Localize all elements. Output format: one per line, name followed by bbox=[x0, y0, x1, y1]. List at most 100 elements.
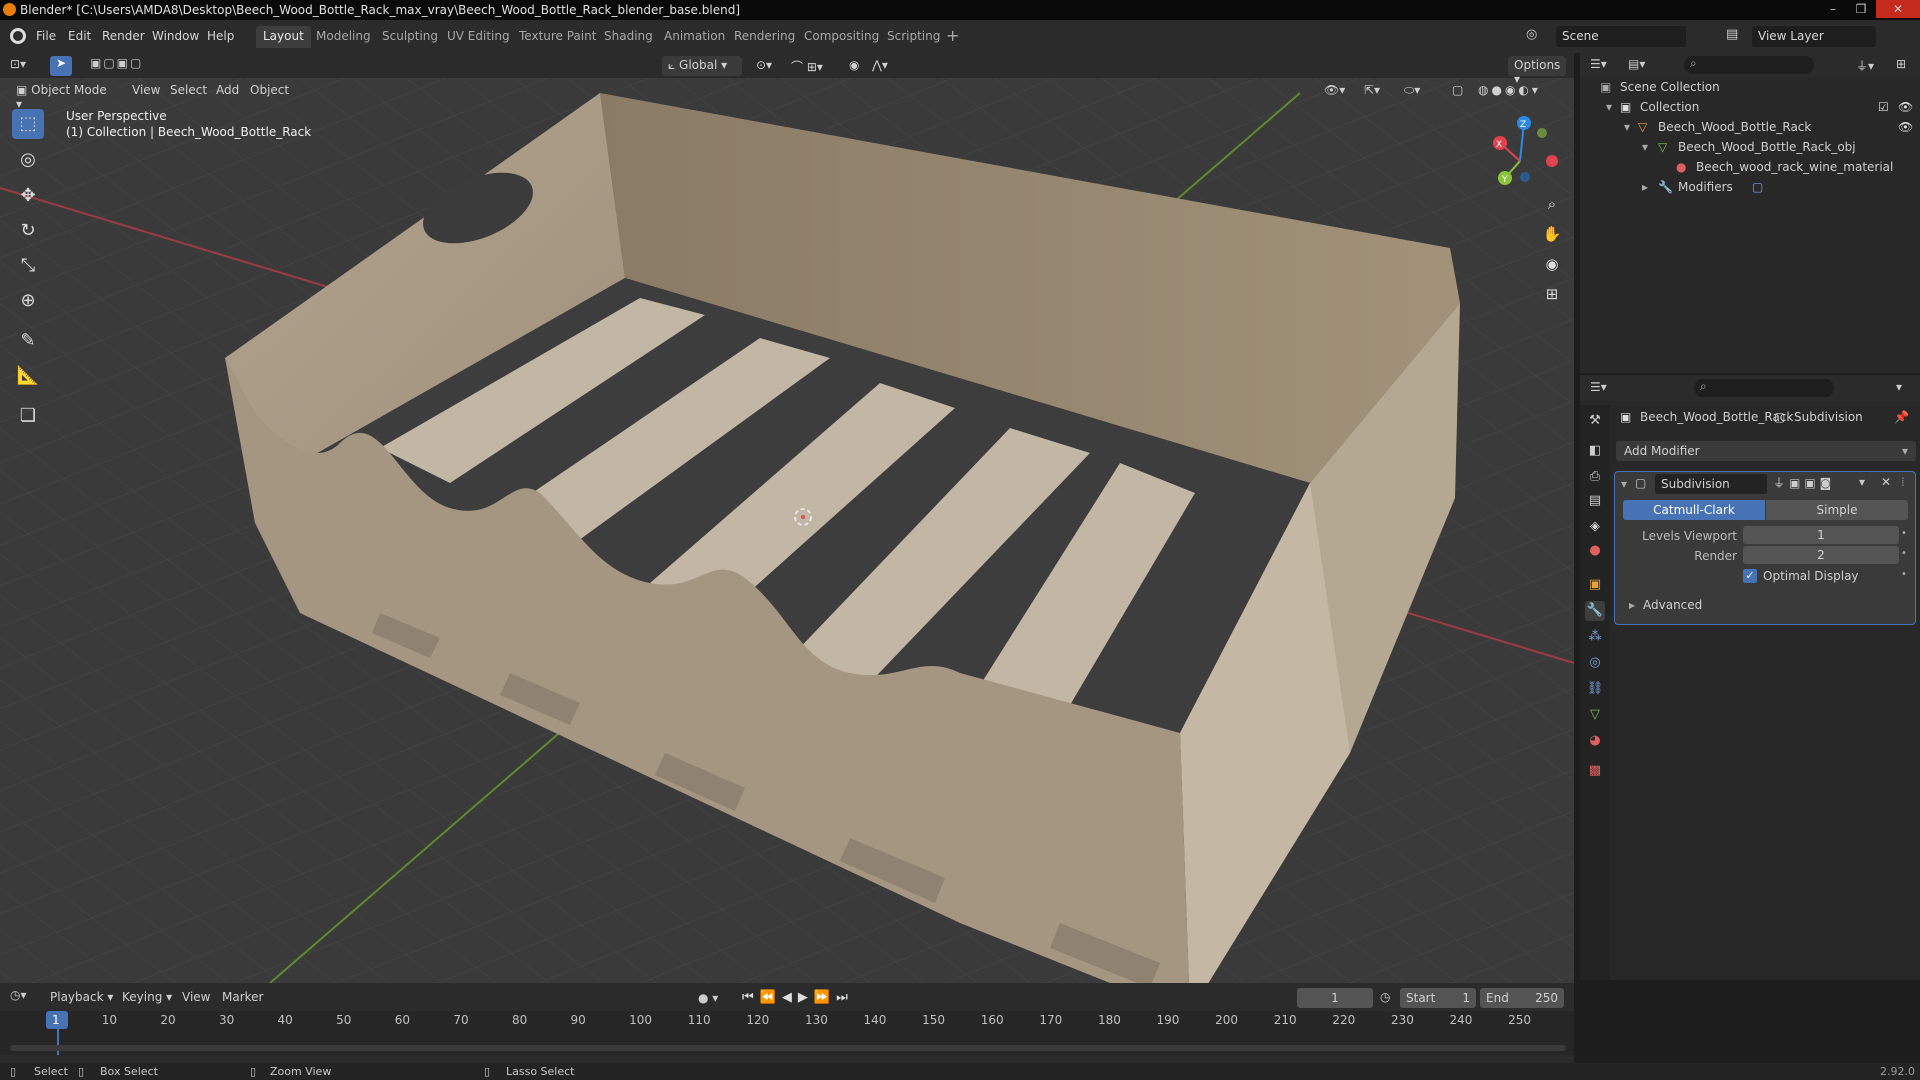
keyframe-dot-icon[interactable]: • bbox=[1901, 569, 1907, 580]
world-tab-icon[interactable]: ● bbox=[1585, 541, 1605, 561]
render-levels-field[interactable]: 2 bbox=[1743, 546, 1899, 564]
minimize-button[interactable]: – bbox=[1820, 0, 1846, 18]
shading-mode-icons[interactable]: ◍●◉◐▾ bbox=[1472, 81, 1562, 101]
tab-animation[interactable]: Animation bbox=[657, 26, 732, 48]
tab-layout[interactable]: Layout bbox=[256, 26, 311, 48]
menu-view[interactable]: View bbox=[126, 81, 166, 101]
maximize-button[interactable]: ❐ bbox=[1848, 0, 1874, 18]
object-mode-dropdown[interactable]: ▣ Object Mode ▾ bbox=[10, 81, 118, 111]
pan-hand-icon[interactable]: ✋ bbox=[1540, 225, 1564, 249]
outliner-row-material[interactable]: ● Beech_wood_rack_wine_material bbox=[1580, 157, 1920, 177]
timeline-editor-icon[interactable]: ◷▾ bbox=[10, 988, 27, 1002]
perspective-toggle-icon[interactable]: ⊞ bbox=[1540, 285, 1564, 309]
pin-icon[interactable]: 📌 bbox=[1894, 410, 1909, 424]
subdivision-modifier-icon[interactable]: ▢ bbox=[1752, 180, 1763, 194]
advanced-subpanel-header[interactable]: Advanced bbox=[1643, 598, 1702, 612]
add-modifier-dropdown[interactable]: Add Modifier ▾ bbox=[1616, 441, 1916, 461]
current-frame-field[interactable]: 1 bbox=[1297, 988, 1373, 1008]
modifier-display-toggles[interactable]: ⏚▣▣◙ bbox=[1773, 474, 1853, 494]
gizmo-neg-y-handle[interactable] bbox=[1537, 128, 1547, 138]
outliner-row-modifiers[interactable]: ▸ 🔧 Modifiers ▢ bbox=[1580, 177, 1920, 197]
levels-viewport-field[interactable]: 1 bbox=[1743, 526, 1899, 544]
keyframe-dot-icon[interactable]: • bbox=[1901, 548, 1907, 559]
outliner-row-mesh[interactable]: ▾ ▽ Beech_Wood_Bottle_Rack_obj bbox=[1580, 137, 1920, 157]
viewport-canvas[interactable]: Z Y X bbox=[0, 53, 1574, 983]
properties-search-input[interactable]: ⌕ bbox=[1694, 379, 1834, 397]
exclude-checkbox[interactable]: ☑ bbox=[1878, 100, 1889, 114]
collapse-arrow-icon[interactable]: ▾ bbox=[1621, 477, 1627, 491]
menu-render[interactable]: Render bbox=[102, 29, 145, 43]
particles-tab-icon[interactable]: ⁂ bbox=[1585, 627, 1605, 647]
selection-mode-icons[interactable]: ▣▢▣▢ bbox=[90, 56, 182, 76]
outliner-row-scene-collection[interactable]: ▣ Scene Collection bbox=[1580, 77, 1920, 97]
tab-sculpting[interactable]: Sculpting bbox=[375, 26, 445, 48]
new-collection-icon[interactable]: ⊞ bbox=[1896, 57, 1906, 71]
transform-orientation-dropdown[interactable]: ⟀ Global ▾ bbox=[662, 56, 742, 76]
gizmo-neg-x-handle[interactable] bbox=[1546, 155, 1558, 167]
properties-editor-icon[interactable]: ☰▾ bbox=[1590, 380, 1607, 394]
texture-tab-icon[interactable]: ▩ bbox=[1585, 761, 1605, 781]
editor-type-icon[interactable]: ⊡▾ bbox=[10, 57, 40, 75]
menu-add[interactable]: Add bbox=[210, 81, 245, 101]
stopwatch-icon[interactable]: ◷ bbox=[1380, 990, 1390, 1004]
playback-controls[interactable]: ⏮⏪◀▶⏩⏭ bbox=[742, 990, 854, 1005]
zoom-icon[interactable]: ⌕ bbox=[1540, 195, 1564, 219]
drag-handle-icon[interactable]: ⁞ bbox=[1901, 475, 1905, 489]
add-cube-tool-icon[interactable]: ❏ bbox=[12, 401, 44, 431]
outliner-row-collection[interactable]: ▾ ▣ Collection ☑ 👁 bbox=[1580, 97, 1920, 117]
pivot-point-icon[interactable]: ⊙▾ bbox=[750, 56, 780, 76]
constraints-tab-icon[interactable]: ⛓ bbox=[1585, 679, 1605, 699]
menu-object[interactable]: Object bbox=[244, 81, 295, 101]
tab-modeling[interactable]: Modeling bbox=[309, 26, 378, 48]
view-layer-selector[interactable]: View Layer bbox=[1752, 26, 1876, 47]
outliner-search-input[interactable]: ⌕ bbox=[1684, 56, 1814, 74]
menu-window[interactable]: Window bbox=[152, 29, 199, 43]
object-tab-icon[interactable]: ▣ bbox=[1585, 575, 1605, 595]
tab-scripting[interactable]: Scripting bbox=[880, 26, 947, 48]
expand-arrow-icon[interactable]: ▾ bbox=[1642, 140, 1648, 154]
expand-arrow-icon[interactable]: ▾ bbox=[1606, 100, 1612, 114]
outliner-row-object[interactable]: ▾ ▽ Beech_Wood_Bottle_Rack 👁 bbox=[1580, 117, 1920, 137]
tab-compositing[interactable]: Compositing bbox=[797, 26, 886, 48]
tweak-tool-icon[interactable]: ➤ bbox=[50, 56, 72, 76]
display-mode-icon[interactable]: ▤▾ bbox=[1628, 57, 1645, 71]
remove-modifier-icon[interactable]: ✕ bbox=[1881, 475, 1891, 489]
select-box-tool-icon[interactable]: ⬚ bbox=[12, 109, 44, 139]
cursor-tool-icon[interactable]: ◎ bbox=[12, 145, 44, 175]
menu-edit[interactable]: Edit bbox=[68, 29, 91, 43]
marker-menu[interactable]: Marker bbox=[216, 988, 269, 1008]
camera-view-icon[interactable]: ◉ bbox=[1540, 255, 1564, 279]
visibility-icon[interactable]: 👁▾ bbox=[1318, 81, 1354, 101]
timeline-scrollbar[interactable] bbox=[10, 1045, 1566, 1051]
options-dropdown[interactable]: Options ▾ bbox=[1508, 56, 1566, 86]
eye-icon[interactable]: 👁 bbox=[1898, 100, 1913, 114]
collapse-arrow-icon[interactable]: ▸ bbox=[1629, 598, 1635, 612]
end-frame-field[interactable]: End 250 bbox=[1480, 988, 1564, 1008]
modifier-name-input[interactable]: Subdivision bbox=[1655, 474, 1767, 494]
catmull-clark-button[interactable]: Catmull-Clark bbox=[1623, 500, 1765, 520]
xray-icon[interactable]: ▢ bbox=[1446, 81, 1466, 101]
measure-tool-icon[interactable]: 📐 bbox=[12, 361, 44, 391]
render-tab-icon[interactable]: ◧ bbox=[1585, 441, 1605, 461]
snap-icon[interactable]: ⌒ ⊞▾ bbox=[785, 56, 835, 76]
optimal-display-checkbox[interactable]: ✓ bbox=[1743, 569, 1757, 583]
menu-file[interactable]: File bbox=[36, 29, 56, 43]
view-layer-tab-icon[interactable]: ▤ bbox=[1585, 491, 1605, 511]
start-frame-field[interactable]: Start 1 bbox=[1400, 988, 1476, 1008]
transform-tool-icon[interactable]: ⊕ bbox=[12, 286, 44, 316]
data-tab-icon[interactable]: ▽ bbox=[1585, 705, 1605, 725]
scale-tool-icon[interactable]: ⤡ bbox=[12, 251, 44, 281]
auto-keying-icon[interactable]: ● ▾ bbox=[698, 991, 718, 1005]
blender-menu-icon[interactable] bbox=[10, 28, 26, 44]
scene-selector[interactable]: Scene bbox=[1556, 26, 1686, 47]
frame-ruler[interactable]: 1 10 20 30 40 50 60 70 80 90 100 110 120 130 140 150 160… bbox=[0, 1011, 1574, 1055]
add-workspace-button[interactable]: + bbox=[946, 26, 959, 45]
proportional-edit-icon[interactable]: ◉ bbox=[843, 56, 863, 76]
gizmo-toggle-icon[interactable]: ⇱▾ bbox=[1358, 81, 1394, 101]
output-tab-icon[interactable]: ⎙ bbox=[1585, 467, 1605, 487]
menu-help[interactable]: Help bbox=[207, 29, 234, 43]
chevron-down-icon[interactable]: ▾ bbox=[1859, 475, 1865, 489]
expand-arrow-icon[interactable]: ▾ bbox=[1624, 120, 1630, 134]
gizmo-neg-z-handle[interactable] bbox=[1520, 172, 1530, 182]
falloff-icon[interactable]: ⋀▾ bbox=[866, 56, 896, 76]
